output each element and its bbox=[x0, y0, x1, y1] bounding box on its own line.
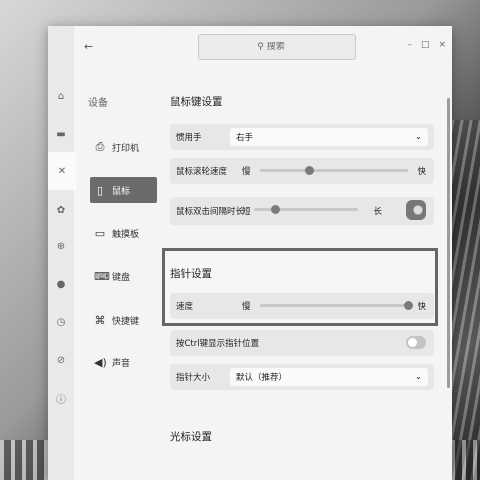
category-item-label: 鼠标 bbox=[112, 186, 131, 197]
security-icon[interactable]: ⊘ bbox=[48, 348, 74, 372]
category-item-keyboard[interactable]: ⌨ 键盘 bbox=[90, 263, 158, 289]
category-item-label: 快捷键 bbox=[112, 316, 140, 327]
minimize-button[interactable]: – bbox=[407, 40, 412, 50]
account-icon[interactable]: ● bbox=[48, 272, 74, 296]
ctrl-show-toggle[interactable] bbox=[406, 336, 426, 349]
handedness-select[interactable]: 右手 ⌄ bbox=[230, 128, 428, 146]
pointer-speed-slider[interactable] bbox=[260, 301, 413, 310]
scroll-speed-row: 鼠标滚轮速度 慢 快 bbox=[170, 158, 434, 184]
nav-icon-bar: ⌂ ▬ ✕ ✿ ⊕ ● ◷ ⊘ ⓘ bbox=[48, 26, 76, 480]
handedness-value: 右手 bbox=[236, 133, 254, 143]
maximize-button[interactable]: □ bbox=[421, 40, 430, 50]
pointer-speed-min: 慢 bbox=[242, 302, 251, 312]
handedness-row: 惯用手 右手 ⌄ bbox=[170, 124, 434, 150]
close-button[interactable]: × bbox=[438, 40, 446, 50]
scroll-speed-slider[interactable] bbox=[260, 166, 408, 175]
pointer-size-row: 指针大小 默认（推荐） ⌄ bbox=[170, 364, 434, 390]
pointer-size-label: 指针大小 bbox=[176, 373, 211, 383]
shortcut-icon: ⌘ bbox=[94, 313, 106, 327]
mouse-icon: ▯ bbox=[96, 183, 104, 197]
double-click-label: 鼠标双击间隔时长 bbox=[176, 207, 245, 217]
pointer-speed-thumb[interactable] bbox=[404, 301, 413, 310]
search-icon: ⚲ bbox=[257, 42, 264, 52]
double-click-thumb[interactable] bbox=[270, 205, 280, 214]
title-bar: ← ⚲ – □ × bbox=[74, 26, 452, 70]
pointer-size-value: 默认（推荐） bbox=[236, 373, 288, 383]
category-title: 设备 bbox=[88, 98, 108, 109]
sound-icon: ◀) bbox=[94, 355, 107, 369]
category-item-sound[interactable]: ◀) 声音 bbox=[90, 349, 158, 375]
pointer-speed-max: 快 bbox=[417, 302, 426, 312]
double-click-row: 鼠标双击间隔时长 短 长 bbox=[170, 197, 434, 225]
pointer-title: 指针设置 bbox=[170, 268, 212, 280]
touchpad-icon: ▭ bbox=[94, 226, 106, 240]
double-click-test-icon[interactable] bbox=[406, 200, 426, 220]
scroll-speed-thumb[interactable] bbox=[304, 166, 314, 175]
chevron-down-icon: ⌄ bbox=[414, 372, 422, 382]
display-icon[interactable]: ▬ bbox=[48, 122, 74, 146]
double-click-max: 长 bbox=[373, 207, 382, 217]
search-input[interactable] bbox=[266, 42, 297, 52]
keyboard-icon: ⌨ bbox=[94, 269, 110, 283]
scroll-speed-label: 鼠标滚轮速度 bbox=[176, 167, 228, 177]
category-item-label: 打印机 bbox=[112, 143, 140, 154]
chevron-down-icon: ⌄ bbox=[414, 132, 422, 142]
pointer-size-select[interactable]: 默认（推荐） ⌄ bbox=[230, 368, 428, 386]
category-item-label: 键盘 bbox=[112, 272, 131, 283]
printer-icon: ⎙ bbox=[95, 140, 105, 153]
ctrl-show-row: 按Ctrl键显示指针位置 bbox=[170, 330, 434, 356]
personalization-icon[interactable]: ✿ bbox=[48, 198, 74, 222]
search-box[interactable]: ⚲ bbox=[198, 34, 356, 60]
time-icon[interactable]: ◷ bbox=[48, 310, 74, 334]
scroll-speed-max: 快 bbox=[417, 167, 426, 177]
window-controls: – □ × bbox=[407, 40, 446, 50]
back-button[interactable]: ← bbox=[84, 40, 93, 53]
network-icon[interactable]: ⊕ bbox=[48, 234, 74, 258]
category-item-label: 声音 bbox=[112, 358, 131, 369]
category-item-mouse[interactable]: ▯ 鼠标 bbox=[90, 177, 157, 203]
scrollbar[interactable] bbox=[447, 98, 450, 388]
pointer-speed-row: 速度 慢 快 bbox=[170, 293, 434, 319]
handedness-label: 惯用手 bbox=[176, 133, 202, 143]
double-click-slider[interactable] bbox=[254, 205, 358, 214]
mouse-keys-title: 鼠标键设置 bbox=[170, 96, 223, 108]
ctrl-show-label: 按Ctrl键显示指针位置 bbox=[176, 339, 260, 349]
double-click-min: 短 bbox=[242, 207, 251, 217]
category-item-shortcuts[interactable]: ⌘ 快捷键 bbox=[90, 307, 158, 333]
category-item-printer[interactable]: ⎙ 打印机 bbox=[90, 134, 158, 160]
settings-window: ⌂ ▬ ✕ ✿ ⊕ ● ◷ ⊘ ⓘ ← ⚲ – □ × 设备 ⎙ 打印机 ▯ 鼠… bbox=[48, 26, 452, 480]
category-item-label: 触摸板 bbox=[112, 229, 140, 240]
devices-icon[interactable]: ✕ bbox=[48, 152, 76, 190]
cursor-title: 光标设置 bbox=[170, 431, 212, 443]
scroll-speed-min: 慢 bbox=[242, 167, 251, 177]
pointer-speed-label: 速度 bbox=[176, 302, 194, 312]
home-icon[interactable]: ⌂ bbox=[48, 84, 74, 108]
category-item-touchpad[interactable]: ▭ 触摸板 bbox=[90, 220, 158, 246]
info-icon[interactable]: ⓘ bbox=[48, 386, 74, 410]
